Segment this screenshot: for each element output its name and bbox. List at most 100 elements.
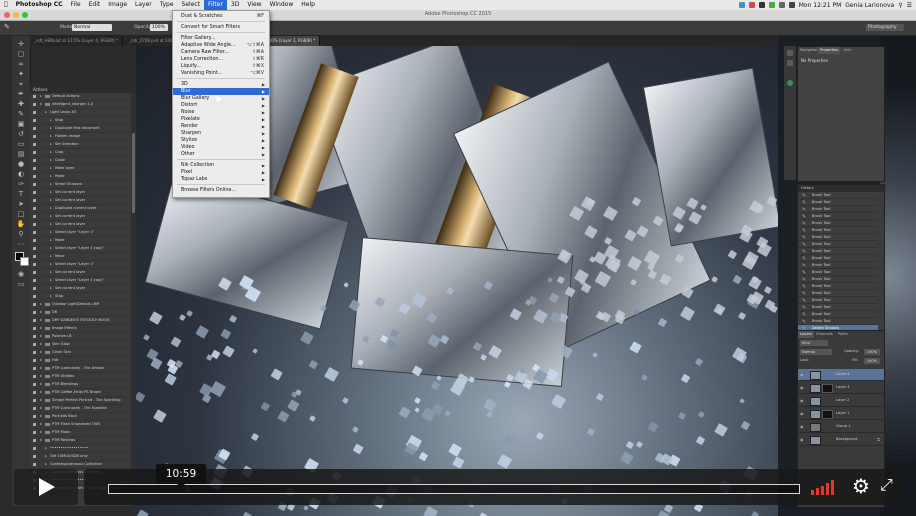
battery-icon[interactable] — [788, 2, 795, 8]
filter-menu-item[interactable]: Topaz Labs ▶ — [173, 176, 269, 183]
filter-menu-item[interactable]: Render ▶ — [173, 123, 269, 130]
disclosure-triangle-icon[interactable]: ▸ — [50, 245, 52, 252]
tab-channels[interactable]: Channels — [814, 331, 835, 338]
history-row[interactable]: ✎ Brush Tool — [798, 248, 878, 255]
action-row[interactable]: ▸ Set Selection — [30, 141, 130, 149]
menu-view[interactable]: View — [243, 0, 265, 10]
layer-opacity-field[interactable]: 100% — [864, 349, 880, 355]
hand-tool-icon[interactable]: ✋ — [16, 220, 26, 228]
apple-icon[interactable]:  — [0, 0, 12, 10]
visibility-eye-icon[interactable]: ◉ — [800, 421, 804, 432]
action-row[interactable]: ▸ intelligent_sharpen 1.0 — [30, 101, 130, 109]
marquee-tool-icon[interactable]: ▢ — [16, 50, 26, 58]
checkbox-icon[interactable] — [33, 311, 36, 314]
checkbox-icon[interactable] — [33, 231, 36, 234]
tab-paths[interactable]: Paths — [836, 331, 850, 338]
filter-menu-item[interactable]: Video ▶ — [173, 144, 269, 151]
disclosure-triangle-icon[interactable]: ▸ — [40, 373, 42, 380]
checkbox-icon[interactable] — [33, 351, 36, 354]
disclosure-triangle-icon[interactable]: ▸ — [50, 141, 52, 148]
action-row[interactable]: ▸ PTM Coffee Artist PS Brown — [30, 389, 130, 397]
eyedropper-tool-icon[interactable]: ✒ — [16, 90, 26, 98]
checkbox-icon[interactable] — [33, 327, 36, 330]
history-row[interactable]: ✎ Brush Tool — [798, 304, 878, 311]
layer-row[interactable]: ◉ Group 1 — [798, 421, 884, 433]
progress-track[interactable] — [108, 484, 800, 494]
checkbox-icon[interactable] — [33, 439, 36, 442]
search-icon[interactable]: ⚲ — [898, 2, 902, 9]
history-row[interactable]: ✎ Brush Tool — [798, 220, 878, 227]
action-row[interactable]: ▸ PTM Blendings — [30, 381, 130, 389]
move-tool-icon[interactable]: ✛ — [16, 40, 26, 48]
action-row[interactable]: ▸ Stop — [30, 293, 130, 301]
action-row[interactable]: ▸ Set current layer — [30, 221, 130, 229]
action-row[interactable]: ▸ Smart Sharpen — [30, 181, 130, 189]
menu-window[interactable]: Window — [266, 0, 298, 10]
checkbox-icon[interactable] — [33, 215, 36, 218]
blur-tool-icon[interactable]: ● — [16, 160, 26, 168]
filter-menu-item[interactable]: Convert for Smart Filters — [173, 24, 269, 31]
filter-menu-item[interactable]: Distort ▶ — [173, 102, 269, 109]
checkbox-icon[interactable] — [33, 191, 36, 194]
checkbox-icon[interactable] — [33, 135, 36, 138]
action-row[interactable]: ▸•••••••••••••••••• — [30, 445, 130, 453]
action-row[interactable]: ▸ Make layer — [30, 165, 130, 173]
menu-type[interactable]: Type — [156, 0, 178, 10]
gradient-tool-icon[interactable]: ▤ — [16, 150, 26, 158]
disclosure-triangle-icon[interactable]: ▸ — [40, 421, 42, 428]
filter-menu-item[interactable]: Sharpen ▶ — [173, 130, 269, 137]
history-row[interactable]: ✎ Brush Tool — [798, 318, 878, 325]
status-icon[interactable] — [758, 2, 765, 8]
disclosure-triangle-icon[interactable]: ▸ — [40, 301, 42, 308]
history-row[interactable]: ✎ Brush Tool — [798, 255, 878, 262]
disclosure-triangle-icon[interactable]: ▸ — [45, 453, 47, 460]
menu-app-name[interactable]: Photoshop CC — [12, 0, 67, 10]
action-row[interactable]: ▸ PTM Luminosity - The Artisan — [30, 365, 130, 373]
checkbox-icon[interactable] — [33, 95, 36, 98]
tab-layers[interactable]: Layers — [798, 331, 814, 338]
screen-mode-icon[interactable]: ▭ — [16, 280, 26, 288]
plugin-icon[interactable] — [787, 80, 793, 86]
checkbox-icon[interactable] — [33, 295, 36, 298]
checkbox-icon[interactable] — [33, 151, 36, 154]
disclosure-triangle-icon[interactable]: ▸ — [40, 405, 42, 412]
disclosure-triangle-icon[interactable]: ▸ — [50, 261, 52, 268]
checkbox-icon[interactable] — [33, 175, 36, 178]
checkbox-icon[interactable] — [33, 375, 36, 378]
history-row[interactable]: ✎ Brush Tool — [798, 276, 878, 283]
filter-menu-item[interactable]: Noise ▶ — [173, 109, 269, 116]
history-row[interactable]: ✎ Brush Tool — [798, 206, 878, 213]
disclosure-triangle-icon[interactable]: ▸ — [40, 93, 42, 100]
checkbox-icon[interactable] — [33, 407, 36, 410]
menu-help[interactable]: Help — [297, 0, 319, 10]
layer-row[interactable]: ◉ Layer 1 — [798, 408, 884, 420]
checkbox-icon[interactable] — [33, 255, 36, 258]
checkbox-icon[interactable] — [33, 207, 36, 210]
pen-tool-icon[interactable]: ✑ — [16, 180, 26, 188]
disclosure-triangle-icon[interactable]: ▸ — [50, 197, 52, 204]
visibility-eye-icon[interactable]: ◉ — [800, 369, 804, 380]
filter-menu-item[interactable]: Adaptive Wide Angle... ⌥⇧⌘A — [173, 42, 269, 49]
fullscreen-icon[interactable]: ⤢ — [880, 477, 896, 493]
disclosure-triangle-icon[interactable]: ▸ — [40, 381, 42, 388]
history-row[interactable]: ✎ Brush Tool — [798, 311, 878, 318]
tab-document-1[interactable]: _ndt_HENalut at 12.5% (Layer 4, RGB/8) * — [30, 36, 123, 46]
disclosure-triangle-icon[interactable]: ▸ — [50, 221, 52, 228]
checkbox-icon[interactable] — [33, 263, 36, 266]
history-brush-tool-icon[interactable]: ↺ — [16, 130, 26, 138]
checkbox-icon[interactable] — [33, 119, 36, 122]
type-tool-icon[interactable]: T — [16, 190, 26, 198]
disclosure-triangle-icon[interactable]: ▸ — [50, 293, 52, 300]
menu-file[interactable]: File — [67, 0, 85, 10]
quick-select-tool-icon[interactable]: ✦ — [16, 70, 26, 78]
checkbox-icon[interactable] — [33, 239, 36, 242]
layer-mask-thumbnail[interactable] — [822, 410, 833, 419]
history-row[interactable]: ✎ Brush Tool — [798, 241, 878, 248]
action-row[interactable]: ▸ Default Actions — [30, 93, 130, 101]
checkbox-icon[interactable] — [33, 167, 36, 170]
clock[interactable]: Mon 12:21 PM — [799, 2, 842, 9]
tab-properties[interactable]: Properties — [818, 47, 841, 54]
checkbox-icon[interactable] — [33, 287, 36, 290]
action-row[interactable]: ▸ Crop — [30, 149, 130, 157]
checkbox-icon[interactable] — [33, 303, 36, 306]
